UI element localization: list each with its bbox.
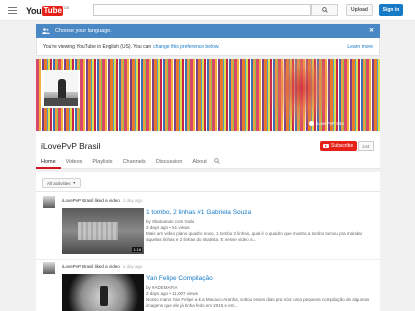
activity-time: 1 day ago: [122, 264, 143, 269]
video-description: Mais um video plano quadro novo, 1 tombo…: [146, 231, 363, 242]
notice-header: Choose your language. ✕: [36, 24, 380, 38]
logo-tube: Tube: [42, 5, 63, 16]
video-title-link[interactable]: Yan Felipe Compilação: [146, 275, 213, 282]
play-icon: [323, 144, 329, 148]
masthead: You Tube DE Upload Sign in: [0, 0, 415, 21]
channel-avatar[interactable]: [42, 70, 80, 108]
tab-about[interactable]: About: [187, 157, 211, 169]
activity-label: iLovePvP Brasil liked a video: [62, 198, 120, 203]
sign-in-button[interactable]: Sign in: [379, 4, 403, 16]
notice-heading: Choose your language.: [55, 28, 112, 34]
subscribe-button[interactable]: Subscribe: [320, 141, 358, 151]
youtube-logo[interactable]: You Tube DE: [26, 5, 70, 16]
channel-search-icon[interactable]: [213, 158, 220, 164]
channel-tabs: Home Videos Playlists Channels Discussio…: [36, 157, 220, 169]
tab-playlists[interactable]: Playlists: [87, 157, 117, 169]
banner-site-link[interactable]: iLovePvP Site: [309, 121, 344, 126]
learn-more-link[interactable]: Learn more: [347, 44, 373, 50]
divider: [36, 259, 380, 260]
video-byline[interactable]: by #ADEMAFIA: [146, 285, 178, 290]
video-meta: 3 days ago • 51 views: [146, 225, 190, 230]
logo-you: You: [26, 5, 42, 16]
activity-time: 1 day ago: [122, 198, 143, 203]
subscribe-label: Subscribe: [331, 143, 354, 149]
notice-text: You're viewing YouTube in English (US). …: [43, 43, 152, 50]
activity-text: iLovePvP Brasil liked a video 1 day ago: [62, 198, 142, 203]
tab-channels[interactable]: Channels: [118, 157, 151, 169]
video-duration: 1:18: [132, 247, 142, 252]
close-icon[interactable]: ✕: [369, 27, 374, 34]
upload-button[interactable]: Upload: [346, 4, 373, 16]
banner-link-label: iLovePvP Site: [316, 121, 344, 126]
subscriber-count: 144: [358, 141, 374, 151]
tab-discussion[interactable]: Discussion: [151, 157, 188, 169]
video-thumbnail[interactable]: [62, 274, 144, 311]
menu-icon[interactable]: [8, 7, 17, 14]
video-description: Nosso mano Yan Felipe a.k.a Macaco-Aranh…: [146, 297, 370, 308]
chevron-down-icon: ▼: [72, 181, 76, 185]
filter-label: All activities: [47, 180, 71, 186]
search-button[interactable]: [311, 4, 338, 16]
globe-icon: [309, 121, 314, 126]
language-notice: Choose your language. ✕ You're viewing Y…: [36, 24, 380, 56]
notice-body: You're viewing YouTube in English (US). …: [36, 38, 380, 56]
feed-item: iLovePvP Brasil liked a video 1 day ago Y…: [36, 262, 380, 311]
channel-header: iLovePvP Brasil Subscribe 144 Home Video…: [36, 131, 380, 169]
activity-text: iLovePvP Brasil liked a video 1 day ago: [62, 264, 142, 269]
activity-feed: All activities ▼ iLovePvP Brasil liked a…: [36, 172, 380, 311]
video-thumbnail[interactable]: 1:18: [62, 208, 144, 254]
logo-country: DE: [63, 5, 70, 10]
activity-label: iLovePvP Brasil liked a video: [62, 264, 120, 269]
tab-videos[interactable]: Videos: [61, 157, 88, 169]
video-meta: 3 days ago • 11,007 views: [146, 291, 199, 296]
search-input[interactable]: [93, 4, 311, 16]
channel-title[interactable]: iLovePvP Brasil: [41, 141, 100, 151]
divider: [36, 191, 380, 192]
change-preference-link[interactable]: change this preference below.: [153, 44, 219, 50]
tab-home[interactable]: Home: [36, 157, 61, 169]
search-icon: [321, 7, 328, 13]
owner-avatar[interactable]: [43, 262, 55, 274]
users-icon: [42, 28, 50, 34]
video-byline[interactable]: by Skatoando com Gabi: [146, 219, 194, 224]
activity-filter-dropdown[interactable]: All activities ▼: [42, 178, 81, 188]
video-title-link[interactable]: 1 tombo, 2 linhas #1 Gabriela Souza: [146, 209, 251, 216]
owner-avatar[interactable]: [43, 196, 55, 208]
